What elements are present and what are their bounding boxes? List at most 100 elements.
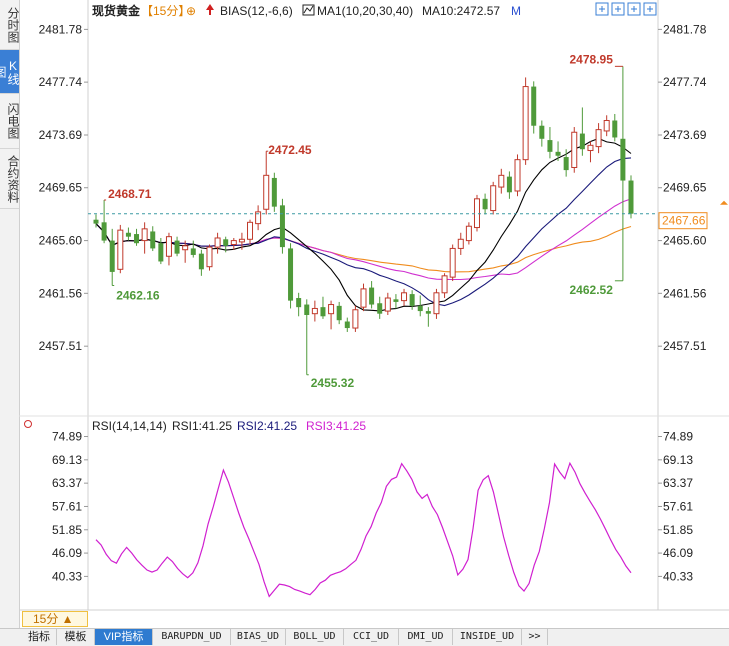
candle-body bbox=[490, 185, 497, 212]
chart-svg: 2481.78 2481.78 2477.74 2477.74 2473.69 2473.… bbox=[19, 0, 729, 611]
bottom-tab-3[interactable]: BARUPDN_UD bbox=[153, 629, 231, 645]
rsi-settings-icon bbox=[24, 420, 32, 428]
rsi-tick-label-left: 63.37 bbox=[52, 476, 82, 490]
rsi-tick-label-right: 63.37 bbox=[663, 476, 693, 490]
candle-body bbox=[547, 140, 553, 152]
candle-body bbox=[401, 292, 408, 302]
candle-body bbox=[587, 144, 594, 152]
price-tick-label-right: 2481.78 bbox=[663, 22, 707, 36]
candle-body bbox=[320, 307, 326, 317]
candle-body bbox=[579, 133, 585, 150]
candle-body bbox=[206, 246, 213, 268]
rsi-tick-label-right: 57.61 bbox=[663, 499, 693, 513]
candle-body bbox=[296, 298, 302, 308]
rsi-tick-label-left: 51.85 bbox=[52, 523, 82, 537]
candle-body bbox=[230, 240, 237, 246]
annotation-label: 2478.95 bbox=[570, 52, 614, 66]
rsi-tick-label-left: 46.09 bbox=[52, 546, 82, 560]
annotation-label: 2462.16 bbox=[116, 288, 160, 302]
candle-body bbox=[101, 222, 107, 241]
candle-body bbox=[328, 304, 335, 315]
bottom-tab-0[interactable]: 指标 bbox=[22, 629, 57, 645]
candle-body bbox=[344, 321, 350, 329]
candle-body bbox=[223, 239, 229, 246]
price-tick-label-right: 2465.60 bbox=[663, 234, 707, 248]
bias-label: BIAS(12,-6,6) bbox=[220, 4, 293, 18]
price-tick-label-left: 2473.69 bbox=[39, 128, 83, 142]
price-tick-label-left: 2481.78 bbox=[39, 22, 83, 36]
candle-body bbox=[109, 240, 115, 272]
bottom-tab-4[interactable]: BIAS_UD bbox=[231, 629, 286, 645]
period-selector[interactable]: 15分 ▲ bbox=[22, 611, 88, 627]
annotation-label: 2472.45 bbox=[268, 143, 312, 157]
candle-body bbox=[595, 129, 602, 148]
candle-body bbox=[311, 307, 318, 315]
price-tick-label-right: 2477.74 bbox=[663, 75, 707, 89]
ma-label: MA1(10,20,30,40) bbox=[317, 4, 413, 18]
candle-body bbox=[377, 303, 383, 314]
candle-body bbox=[369, 287, 375, 305]
bottom-tab-5[interactable]: BOLL_UD bbox=[286, 629, 344, 645]
price-tick-label-left: 2457.51 bbox=[39, 339, 83, 353]
up-arrow-icon bbox=[206, 4, 214, 15]
candle-body bbox=[182, 245, 189, 251]
candle-body bbox=[531, 86, 537, 126]
rsi-tick-label-left: 69.13 bbox=[52, 453, 82, 467]
candle-body bbox=[409, 294, 415, 306]
candle-body bbox=[498, 174, 505, 188]
ma10-value: MA10:2472.57 bbox=[422, 4, 500, 18]
candle-body bbox=[288, 248, 294, 301]
current-price-arrow-icon bbox=[720, 200, 728, 205]
candle-body bbox=[539, 125, 545, 139]
candle-body bbox=[279, 205, 285, 248]
candle-body bbox=[433, 292, 440, 315]
rsi3-value: RSI3:41.25 bbox=[306, 419, 366, 433]
rsi-title: RSI(14,14,14) bbox=[92, 419, 167, 433]
candle-body bbox=[117, 229, 124, 270]
candle-body bbox=[482, 198, 488, 210]
candle-body bbox=[190, 248, 196, 255]
candle-body bbox=[522, 86, 529, 161]
annotation-label: 2462.52 bbox=[570, 283, 614, 297]
candle-body bbox=[506, 176, 512, 193]
candle-body bbox=[449, 247, 456, 278]
candle-body bbox=[271, 177, 277, 207]
candle-body bbox=[393, 299, 399, 302]
price-tick-label-right: 2469.65 bbox=[663, 181, 707, 195]
candle-body bbox=[555, 151, 561, 156]
candle-body bbox=[417, 305, 423, 312]
candle-body bbox=[238, 238, 245, 243]
candle-body bbox=[150, 231, 156, 249]
price-tick-label-left: 2465.60 bbox=[39, 234, 83, 248]
bottom-tab-1[interactable]: 模板 bbox=[57, 629, 95, 645]
bottom-tab-6[interactable]: CCI_UD bbox=[344, 629, 399, 645]
candle-body bbox=[457, 238, 464, 249]
candle-body bbox=[603, 120, 610, 132]
bottom-tab-7[interactable]: DMI_UD bbox=[399, 629, 453, 645]
candle-body bbox=[174, 240, 180, 254]
candle-body bbox=[360, 288, 367, 308]
bottom-tab-8[interactable]: INSIDE_UD bbox=[453, 629, 522, 645]
rsi-tick-label-left: 57.61 bbox=[52, 499, 82, 513]
price-tick-label-left: 2469.65 bbox=[39, 181, 83, 195]
current-price-label: 2467.66 bbox=[662, 214, 706, 228]
rsi-tick-label-right: 69.13 bbox=[663, 453, 693, 467]
candle-body bbox=[620, 138, 626, 181]
annotation-label: 2455.32 bbox=[311, 376, 355, 390]
candle-body bbox=[336, 305, 342, 321]
candle-body bbox=[473, 198, 480, 229]
candle-body bbox=[165, 236, 172, 257]
rsi-tick-label-left: 74.89 bbox=[52, 430, 82, 444]
candle-body bbox=[214, 237, 221, 248]
bottom-tab-bar: 指标 模板 VIP指标 BARUPDN_UD BIAS_UD BOLL_UD CCI_UD D… bbox=[0, 628, 729, 646]
candle-body bbox=[465, 225, 472, 242]
bottom-tab-2[interactable]: VIP指标 bbox=[95, 629, 153, 645]
rsi-tick-label-left: 40.33 bbox=[52, 569, 82, 583]
candle-body bbox=[563, 157, 569, 171]
bottom-tab-9[interactable]: >> bbox=[522, 629, 548, 645]
rsi3-line bbox=[95, 461, 632, 598]
candle-body bbox=[134, 234, 140, 244]
rsi1-value: RSI1:41.25 bbox=[172, 419, 232, 433]
m-label: M bbox=[511, 4, 521, 18]
price-tick-label-left: 2477.74 bbox=[39, 75, 83, 89]
